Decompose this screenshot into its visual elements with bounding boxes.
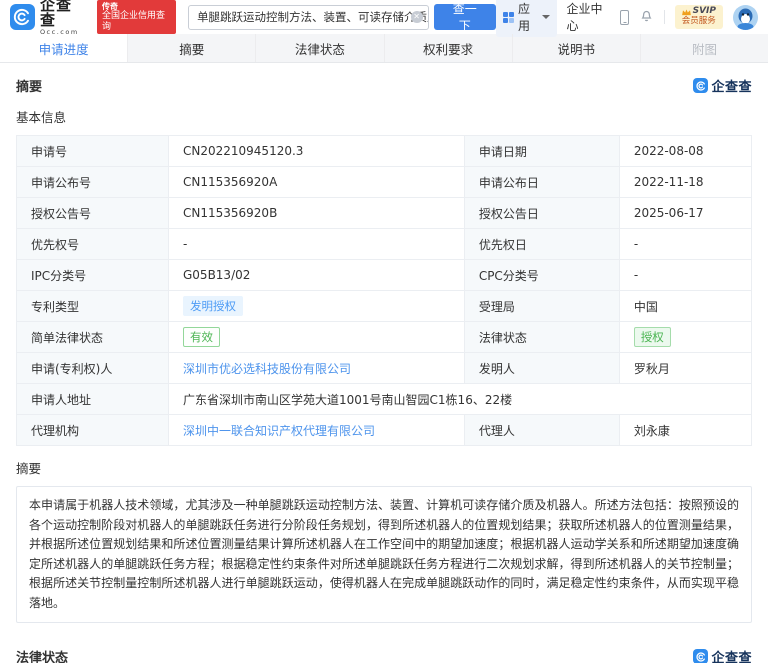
- ipc-class: G05B13/02: [169, 260, 465, 291]
- agency-link[interactable]: 深圳中一联合知识产权代理有限公司: [183, 424, 375, 438]
- patent-tab-bar: 申请进度 摘要 法律状态 权利要求 说明书 附图: [0, 34, 768, 63]
- basic-info-table: 申请号 CN202210945120.3 申请日期 2022-08-08 申请公…: [16, 135, 752, 446]
- simple-legal-status-badge: 有效: [183, 327, 220, 347]
- tab-drawings: 附图: [641, 34, 768, 62]
- patent-office: 中国: [619, 291, 751, 322]
- table-row: 授权公告号 CN115356920B 授权公告日 2025-06-17: [17, 198, 752, 229]
- application-date: 2022-08-08: [619, 136, 751, 167]
- section-title-legal-status: 法律状态: [16, 647, 68, 663]
- subsection-title-basic-info: 基本信息: [16, 107, 752, 126]
- apps-grid-icon: [503, 12, 514, 23]
- subsection-title-abstract: 摘要: [16, 458, 752, 477]
- applicant-link[interactable]: 深圳市优必选科技股份有限公司: [183, 362, 351, 376]
- applicant-address: 广东省深圳市南山区学苑大道1001号南山智园C1栋16、22楼: [169, 384, 752, 415]
- qcc-logo[interactable]: 企查查 Qcc.com 传奇 全国企业信用查询: [10, 0, 176, 36]
- search-button[interactable]: 查一下: [434, 4, 496, 30]
- brand-slogan-badge: 传奇 全国企业信用查询: [97, 0, 176, 34]
- table-row: 申请号 CN202210945120.3 申请日期 2022-08-08: [17, 136, 752, 167]
- qcc-watermark-logo: 企查查: [693, 647, 752, 663]
- agent-name: 刘永康: [619, 415, 751, 446]
- section-title-abstract: 摘要: [16, 76, 42, 95]
- enterprise-center-link[interactable]: 企业中心: [567, 0, 611, 34]
- tab-legal-status[interactable]: 法律状态: [256, 34, 384, 62]
- tab-claims[interactable]: 权利要求: [385, 34, 513, 62]
- table-row: 申请公布号 CN115356920A 申请公布日 2022-11-18: [17, 167, 752, 198]
- mobile-app-icon[interactable]: [620, 10, 628, 25]
- table-row: 申请(专利权)人 深圳市优必选科技股份有限公司 发明人 罗秋月: [17, 353, 752, 384]
- tab-application-progress[interactable]: 申请进度: [0, 34, 128, 62]
- qcc-fingerprint-icon: [10, 4, 35, 30]
- legal-status-badge: 授权: [634, 327, 671, 347]
- qcc-watermark-logo: 企查查: [693, 76, 752, 95]
- grant-date: 2025-06-17: [619, 198, 751, 229]
- patent-type-badge: 发明授权: [183, 296, 243, 316]
- qcc-fingerprint-icon: [693, 78, 708, 93]
- svip-member-badge[interactable]: SVIP 会员服务: [675, 5, 723, 28]
- chevron-down-icon: [542, 15, 550, 19]
- user-avatar[interactable]: [733, 5, 758, 30]
- crown-icon: [682, 9, 691, 16]
- table-row: 申请人地址 广东省深圳市南山区学苑大道1001号南山智园C1栋16、22楼: [17, 384, 752, 415]
- divider: [664, 10, 665, 24]
- cpc-class: -: [619, 260, 751, 291]
- abstract-text: 本申请属于机器人技术领域，尤其涉及一种单腿跳跃运动控制方法、装置、计算机可读存储…: [16, 486, 752, 623]
- header-right-nav: 应用 企业中心 SVIP 会员服务: [496, 0, 758, 37]
- priority-number: -: [169, 229, 465, 260]
- table-row: 专利类型 发明授权 受理局 中国: [17, 291, 752, 322]
- clear-search-icon[interactable]: ✕: [411, 11, 423, 23]
- table-row: IPC分类号 G05B13/02 CPC分类号 -: [17, 260, 752, 291]
- top-header: 企查查 Qcc.com 传奇 全国企业信用查询 单腿跳跃运动控制方法、装置、可读…: [0, 0, 768, 34]
- brand-name: 企查查: [40, 0, 86, 28]
- publication-date: 2022-11-18: [619, 167, 751, 198]
- apps-menu[interactable]: 应用: [496, 0, 557, 37]
- search-input[interactable]: 单腿跳跃运动控制方法、装置、可读存储介质及 ✕: [188, 5, 428, 30]
- qcc-fingerprint-icon: [693, 649, 708, 663]
- table-row: 优先权号 - 优先权日 -: [17, 229, 752, 260]
- table-row: 简单法律状态 有效 法律状态 授权: [17, 322, 752, 353]
- tab-specification[interactable]: 说明书: [513, 34, 641, 62]
- grant-number: CN115356920B: [169, 198, 465, 229]
- table-row: 代理机构 深圳中一联合知识产权代理有限公司 代理人 刘永康: [17, 415, 752, 446]
- publication-number: CN115356920A: [169, 167, 465, 198]
- application-number: CN202210945120.3: [169, 136, 465, 167]
- inventor-name: 罗秋月: [619, 353, 751, 384]
- notification-bell-icon[interactable]: [639, 8, 654, 27]
- priority-date: -: [619, 229, 751, 260]
- search-bar: 单腿跳跃运动控制方法、装置、可读存储介质及 ✕ 查一下: [188, 4, 496, 30]
- tab-abstract[interactable]: 摘要: [128, 34, 256, 62]
